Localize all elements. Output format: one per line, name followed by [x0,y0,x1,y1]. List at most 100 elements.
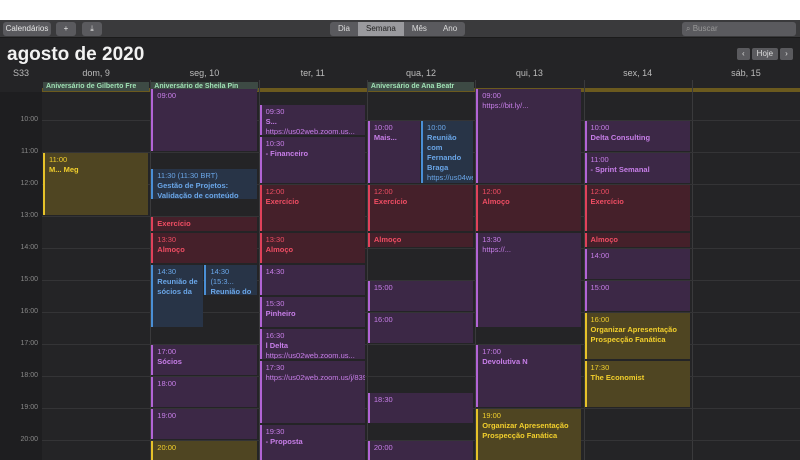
view-switcher: Dia Semana Mês Ano [330,22,466,36]
calendar-event[interactable]: 12:00 Exercício [259,185,365,231]
calendar-event[interactable]: 10:00 Mais... [367,121,421,183]
event-title: Almoço [590,235,619,244]
calendar-event[interactable]: 14:00 [584,249,690,279]
event-url[interactable]: https://us04web.zoom.us/j/1342... [427,173,473,183]
page-title: agosto de 2020 [7,44,145,65]
calendar-event[interactable]: 10:30- Financeiro [259,137,365,183]
day-header[interactable]: sex, 14 [584,68,692,78]
calendar-event[interactable]: 17:00 Devolutiva N [476,345,582,407]
all-day-event[interactable]: Aniversário de Ana Beatr [367,82,475,91]
calendar-event[interactable]: 16:30 l Delta https://us02web.zoom.us... [259,329,365,359]
day-divider [691,80,693,460]
calendar-event[interactable]: 20:00 [367,441,474,460]
calendar-event[interactable]: 11:30 (11:30 BRT) Gestão de Projetos: Val… [151,169,257,199]
calendar-event[interactable]: 17:30https://us02web.zoom.us/j/839545834… [259,361,365,423]
event-time: 17:00 [482,347,501,356]
next-button[interactable]: › [780,48,793,60]
event-time: 20:00 [373,443,393,452]
calendar-event[interactable]: 11:00- Sprint Semanal [584,153,690,183]
calendar-event[interactable]: 13:30 Almoço [151,233,257,263]
event-title: Organizar Apresentação Prospecção Fanáti… [482,421,569,440]
calendar-event[interactable]: 16:00 [367,313,474,343]
event-time: 12:00 [373,187,393,196]
event-time: 09:00 [157,91,177,100]
search-placeholder: Buscar [692,24,718,33]
hour-label: 11:00 [21,148,38,155]
event-time: 10:00 [373,123,393,132]
event-title: - Financeiro [265,149,309,158]
calendar-event[interactable]: 17:00 Sócios [151,345,257,375]
calendar-event[interactable]: 10:00 Reunião com Fernando Braga https://u… [421,121,474,183]
download-icon[interactable]: ⤓ [82,22,102,36]
event-time: 14:30 [157,267,177,276]
event-title: - Proposta [265,437,303,446]
day-header[interactable]: qui, 13 [475,68,583,78]
tab-week[interactable]: Semana [358,22,404,36]
tab-year[interactable]: Ano [435,22,465,36]
event-time: 13:30 [482,235,501,244]
calendar-event[interactable]: 14:30 (15:3...Reunião do financeiro... [204,265,257,295]
event-title: Devolutiva N [482,357,528,366]
event-title: Exercício [157,219,191,228]
event-time: 11:30 (11:30 BRT) [157,171,218,180]
tab-day[interactable]: Dia [330,22,358,36]
calendar-event[interactable]: Exercício [151,217,257,231]
today-button[interactable]: Hoje [751,48,779,60]
event-time: 18:30 [373,395,393,404]
search-input[interactable]: ⌕ Buscar [682,22,796,36]
calendar-event[interactable]: 14:30 [259,265,365,295]
calendar-event[interactable]: 15:00 [584,281,690,311]
calendar-event[interactable]: 13:30 Almoço [259,233,365,263]
event-url[interactable]: https://... [482,245,578,255]
calendar-event[interactable]: 12:00 Exercício [584,185,690,231]
calendar-event[interactable]: 17:30 The Economist [584,361,690,407]
event-time: 09:00 [482,91,501,100]
calendar-event[interactable]: 15:30 Pinheiro [259,297,365,327]
calendar-event[interactable]: 09:00 https://bit.ly/... [476,89,582,183]
prev-button[interactable]: ‹ [737,48,750,60]
calendar-event[interactable]: 09:00 [151,89,257,151]
all-day-event[interactable]: Aniversário de Gilberto Fre [43,82,150,91]
event-title: Almoço [157,245,185,254]
hour-label: 17:00 [20,340,38,347]
event-title: S... [265,117,277,126]
event-title: Organizar Apresentação Prospecção Fanáti… [590,325,677,344]
calendar-event[interactable]: Almoço [584,233,690,247]
calendar-event[interactable]: 19:30- Proposta [259,425,365,460]
calendar-event[interactable]: 14:30 Reunião de sócios da [151,265,204,327]
calendar-event[interactable]: 12:00 Exercício [367,185,474,231]
event-url[interactable]: https://bit.ly/... [482,101,578,111]
day-header[interactable]: seg, 10 [150,68,258,78]
calendar-event[interactable]: 19:00 [151,409,257,439]
hour-label: 13:00 [20,212,38,219]
event-url[interactable]: https://us02web.zoom.us... [266,351,362,359]
day-header[interactable]: sáb, 15 [692,68,800,78]
event-url[interactable]: https://us02web.zoom.us/j/83954583424 [266,373,365,383]
calendar-event[interactable]: 16:00 Organizar Apresentação Prospecção F… [584,313,690,359]
event-time: 16:30 [265,331,285,340]
event-url[interactable]: https://us02web.zoom.us... [266,127,362,135]
day-header[interactable]: dom, 9 [42,68,150,78]
calendar-event[interactable]: 19:00 Organizar Apresentação Prospecção F… [476,409,582,460]
calendar-event[interactable]: 13:30 https://... [476,233,582,327]
event-time: 14:30 (15:3... [210,267,234,286]
calendar-event[interactable]: 15:00 [367,281,474,311]
calendar-event[interactable]: 09:30 S... https://us02web.zoom.us... [259,105,365,135]
search-icon: ⌕ [686,24,693,33]
day-header[interactable]: ter, 11 [259,68,367,78]
calendar-event[interactable]: 12:00 Almoço [476,185,582,231]
calendars-button[interactable]: Calendários [3,22,51,36]
event-time: 12:00 [265,187,285,196]
calendar-event[interactable]: 20:00 [151,441,257,460]
calendar-event[interactable]: 18:30 [367,393,474,423]
hour-label: 18:00 [20,372,38,379]
calendar-event[interactable]: 18:00 [151,377,257,407]
calendar-event[interactable]: 10:00 Delta Consulting [584,121,690,151]
event-time: 16:00 [590,315,610,324]
tab-month[interactable]: Mês [404,22,435,36]
add-event-button[interactable]: + [56,22,76,36]
calendar-event[interactable]: Almoço [367,233,474,247]
calendar-event[interactable]: 11:00 M... Meg [43,153,149,215]
day-header[interactable]: qua, 12 [367,68,475,78]
event-time: 15:00 [373,283,393,292]
